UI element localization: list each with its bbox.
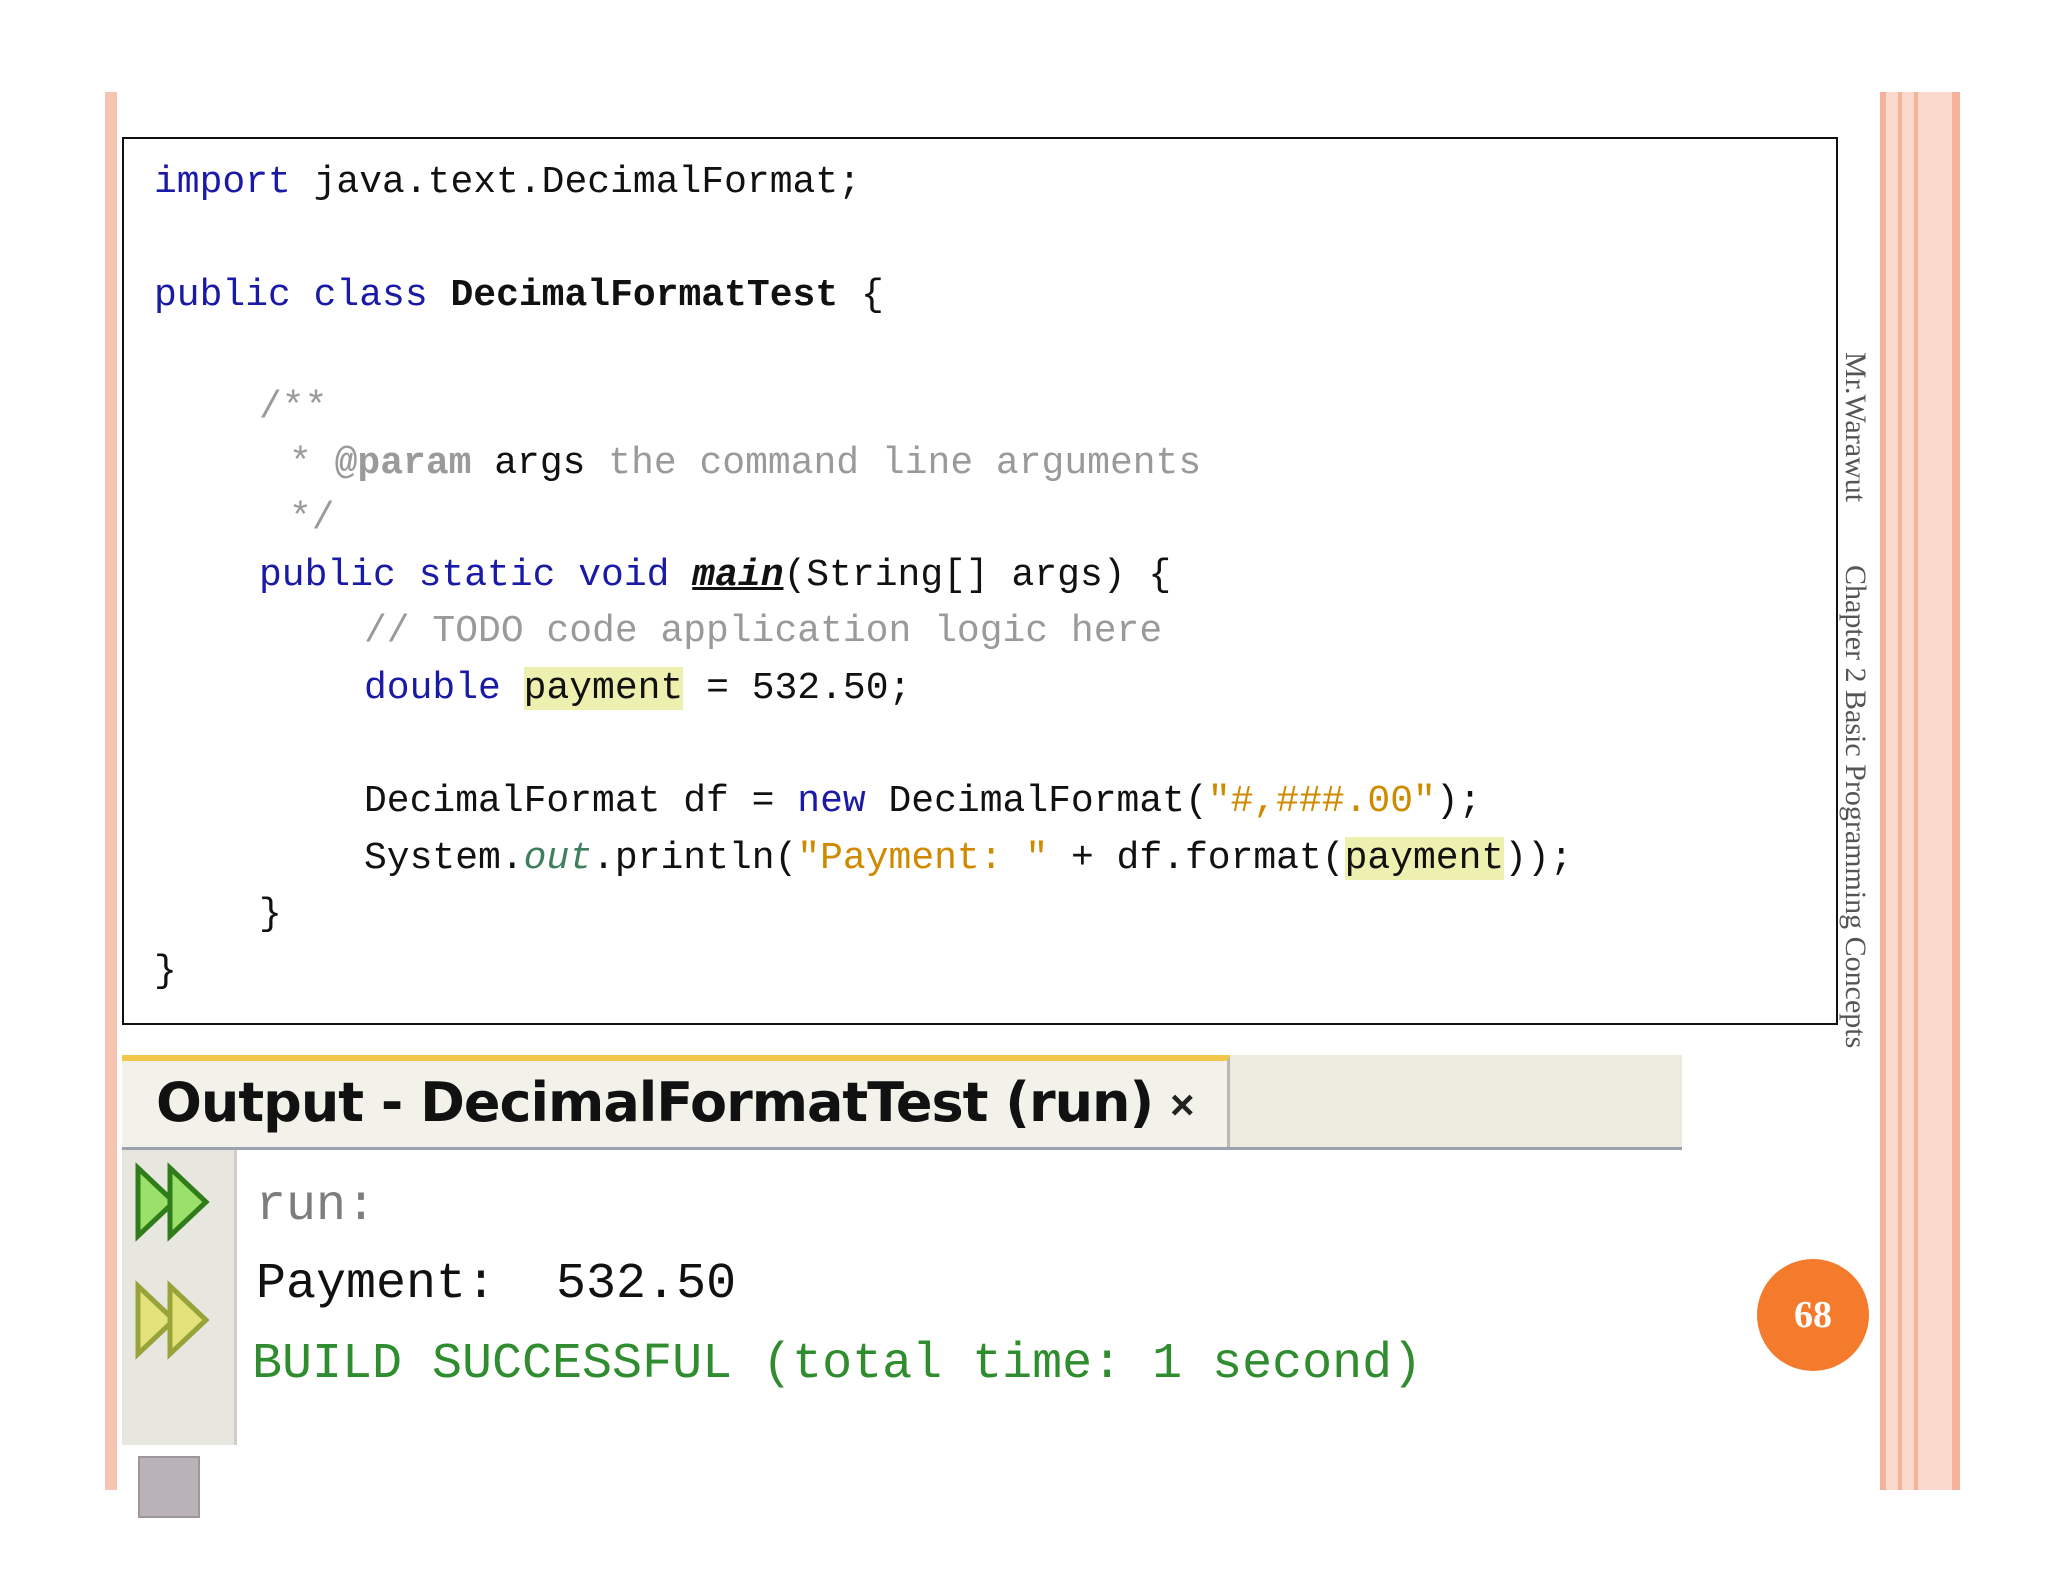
slide-right-border — [1880, 92, 1960, 1490]
code-editor: import java.text.DecimalFormat; public c… — [122, 137, 1838, 1025]
code-line-class-close: } — [154, 950, 177, 993]
code-line-todo-comment: // TODO code application logic here — [364, 610, 1163, 653]
stop-icon[interactable] — [138, 1456, 200, 1518]
output-tab-bar: Output - DecimalFormatTest (run) × — [122, 1055, 1682, 1150]
slide-chapter: Chapter 2 Basic Programming Concepts — [1839, 565, 1872, 1049]
code-line-class: public class DecimalFormatTest { — [154, 274, 884, 317]
code-line-method-close: } — [259, 893, 282, 936]
output-tab-title: Output - DecimalFormatTest (run) — [156, 1071, 1154, 1134]
page-number-badge: 68 — [1757, 1259, 1869, 1371]
output-line-build-successful: BUILD SUCCESSFUL (total time: 1 second) — [252, 1336, 1423, 1393]
rerun-icon[interactable] — [134, 1162, 214, 1242]
code-line-println: System.out.println("Payment: " + df.form… — [364, 837, 1573, 880]
code-line-import: import java.text.DecimalFormat; — [154, 161, 861, 204]
code-line-payment: double payment = 532.50; — [364, 667, 912, 710]
output-line-payment: Payment: 532.50 — [256, 1256, 737, 1313]
output-line-run: run: — [256, 1178, 377, 1235]
code-line-javadoc-start: /** — [259, 386, 328, 429]
slide-left-border — [105, 92, 117, 1490]
code-line-javadoc-param: * @param args the command line arguments — [289, 442, 1202, 485]
rerun-with-different-parameters-icon[interactable] — [134, 1280, 214, 1360]
output-tab[interactable]: Output - DecimalFormatTest (run) × — [122, 1055, 1230, 1147]
output-panel: Output - DecimalFormatTest (run) × run: … — [122, 1055, 1682, 1518]
code-line-decimalformat: DecimalFormat df = new DecimalFormat("#,… — [364, 780, 1482, 823]
code-line-main: public static void main(String[] args) { — [259, 554, 1172, 597]
code-line-javadoc-end: */ — [289, 497, 335, 540]
output-toolbar — [122, 1150, 237, 1518]
close-icon[interactable]: × — [1170, 1081, 1195, 1129]
slide-author: Mr.Warawut — [1839, 352, 1872, 503]
slide-side-caption: Mr.Warawut Chapter 2 Basic Programming C… — [1838, 352, 1872, 1048]
